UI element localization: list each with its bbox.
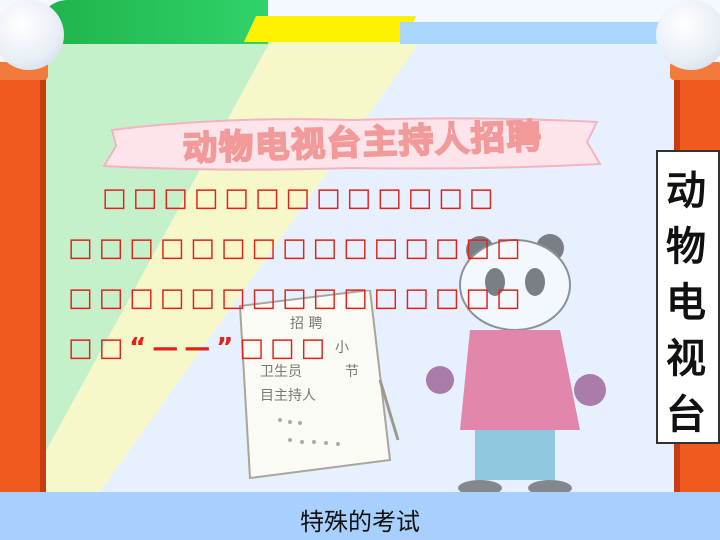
vertical-sign-char-4: 视 xyxy=(666,336,706,382)
notice-line-5: 目主持人 xyxy=(260,388,316,404)
green-beam xyxy=(38,0,268,44)
vertical-sign-char-5: 台 xyxy=(666,392,706,438)
paragraph-line-4-end: □□□ xyxy=(239,333,332,363)
story-paragraph: □□□□□□□□□□□□□ □□□□□□□□□□□□□□□ □□□□□□□□□□… xyxy=(68,182,527,382)
slide-canvas: 动物电视台主持人招聘 招 聘 小 节 卫生员 目主持人 动 物 电 视 台 □□… xyxy=(0,0,720,540)
paragraph-line-1: □□□□□□□□□□□□□ xyxy=(102,183,500,213)
paragraph-line-3: □□□□□□□□□□□□□□□ xyxy=(68,283,527,313)
vertical-sign-char-3: 电 xyxy=(666,280,706,326)
vertical-sign-char-1: 动 xyxy=(666,168,706,214)
vertical-sign-char-2: 物 xyxy=(666,224,706,270)
blue-beam xyxy=(400,22,680,44)
paragraph-line-2: □□□□□□□□□□□□□□□ xyxy=(68,233,527,263)
paragraph-line-4-start: □□ xyxy=(68,333,130,363)
yellow-beam xyxy=(243,16,417,42)
right-corner-ornament xyxy=(656,0,720,70)
dash-quote: “——” xyxy=(129,333,240,363)
footer-title: 特殊的考试 xyxy=(300,508,420,536)
paragraph-line-4: □□“——”□□□ xyxy=(68,332,518,382)
left-pillar xyxy=(0,62,48,510)
